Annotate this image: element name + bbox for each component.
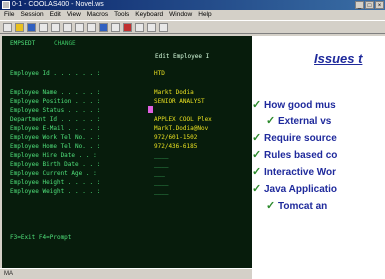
minimize-button[interactable]: _ <box>355 1 364 9</box>
field-value-employee-name[interactable]: Markt Dodia <box>154 89 194 96</box>
copy-icon[interactable] <box>63 22 72 32</box>
disconnect-icon[interactable] <box>111 22 120 32</box>
field-label-work-tel: Employee Work Tel No. . : <box>10 134 101 141</box>
bullet-text: Interactive Wor <box>264 167 337 178</box>
bullet-text: External vs <box>278 116 332 127</box>
maximize-button[interactable]: □ <box>365 1 374 9</box>
field-value-employee-id[interactable]: HTD <box>154 70 165 77</box>
field-label-height: Employee Height . . . . : <box>10 179 101 186</box>
field-label-birth-date: Employee Birth Date . . : <box>10 161 101 168</box>
window-title: 0-1 - COOLAS400 - Novel.ws <box>12 1 104 8</box>
bullet-text: Rules based co <box>264 150 338 161</box>
field-value-hire-date[interactable]: ____ <box>154 152 168 159</box>
new-icon[interactable] <box>3 22 12 32</box>
field-label-home-tel: Employee Home Tel No. . : <box>10 143 101 150</box>
menu-edit[interactable]: Edit <box>50 10 61 20</box>
slide-bullet: ✓ Require source <box>252 131 337 144</box>
text-cursor <box>148 106 153 113</box>
open-icon[interactable] <box>15 22 24 32</box>
toolbar <box>0 20 385 34</box>
slide-title: Issues t <box>314 51 363 66</box>
program-name: EMPSEDT <box>10 40 36 47</box>
record-icon[interactable] <box>123 22 132 32</box>
check-icon: ✓ <box>252 149 262 161</box>
slide-sub-bullet: ✓ Tomcat an <box>266 199 327 212</box>
slide-bullet: ✓ Rules based co <box>252 148 337 161</box>
check-icon: ✓ <box>266 115 276 127</box>
menu-session[interactable]: Session <box>20 10 43 20</box>
field-label-employee-id: Employee Id . . . . . . : <box>10 70 101 77</box>
slide-bullet: ✓ How good mus <box>252 98 336 111</box>
menu-view[interactable]: View <box>67 10 81 20</box>
field-value-employee-email[interactable]: MarkT.Dodia@Nov <box>154 125 208 132</box>
save-icon[interactable] <box>27 22 36 32</box>
field-label-employee-name: Employee Name . . . . . : <box>10 89 101 96</box>
field-label-employee-status: Employee Status . . . . : <box>10 107 101 114</box>
screen-mode: CHANGE <box>54 40 76 47</box>
bullet-text: Require source <box>264 133 337 144</box>
window-controls: _ □ × <box>355 1 384 9</box>
check-icon: ✓ <box>252 183 262 195</box>
slide-sub-bullet: ✓ External vs <box>266 114 331 127</box>
field-label-current-age: Employee Current Age . : <box>10 170 97 177</box>
field-value-employee-position[interactable]: SENIOR ANALYST <box>154 98 205 105</box>
app-icon[interactable] <box>2 1 10 9</box>
help-icon[interactable] <box>159 22 168 32</box>
menu-keyboard[interactable]: Keyboard <box>135 10 163 20</box>
field-value-department-id[interactable]: APPLEX COOL Plex <box>154 116 212 123</box>
check-icon: ✓ <box>252 99 262 111</box>
slide-bullet: ✓ Java Applicatio <box>252 182 337 195</box>
undo-icon[interactable] <box>87 22 96 32</box>
connect-icon[interactable] <box>99 22 108 32</box>
title-bar: 0-1 - COOLAS400 - Novel.ws _ □ × <box>0 0 385 10</box>
bullet-text: How good mus <box>264 100 336 111</box>
slide-bullet: ✓ Interactive Wor <box>252 165 336 178</box>
menu-help[interactable]: Help <box>198 10 211 20</box>
cut-icon[interactable] <box>51 22 60 32</box>
field-value-current-age[interactable]: ___ <box>154 170 165 177</box>
settings-icon[interactable] <box>147 22 156 32</box>
menu-bar: File Session Edit View Macros Tools Keyb… <box>0 10 385 20</box>
menu-macros[interactable]: Macros <box>87 10 108 20</box>
menu-file[interactable]: File <box>4 10 14 20</box>
menu-window[interactable]: Window <box>169 10 192 20</box>
bullet-text: Tomcat an <box>278 201 328 212</box>
screen-title: Edit Employee I <box>155 53 210 60</box>
bullet-text: Java Applicatio <box>264 184 337 195</box>
field-label-hire-date: Employee Hire Date . . : <box>10 152 97 159</box>
field-label-employee-email: Employee E-Mail . . . . : <box>10 125 101 132</box>
close-button[interactable]: × <box>375 1 384 9</box>
paste-icon[interactable] <box>75 22 84 32</box>
play-icon[interactable] <box>135 22 144 32</box>
status-indicator: MA <box>4 271 13 277</box>
field-value-work-tel[interactable]: 972/601-1502 <box>154 134 197 141</box>
field-label-employee-position: Employee Position . . . : <box>10 98 101 105</box>
function-key-legend: F3=Exit F4=Prompt <box>10 234 72 241</box>
check-icon: ✓ <box>266 200 276 212</box>
presentation-slide: Issues t ✓ How good mus ✓ External vs ✓ Req… <box>252 36 385 279</box>
field-label-weight: Employee Weight . . . . : <box>10 188 101 195</box>
print-icon[interactable] <box>39 22 48 32</box>
field-value-home-tel[interactable]: 972/436-6185 <box>154 143 197 150</box>
check-icon: ✓ <box>252 166 262 178</box>
check-icon: ✓ <box>252 132 262 144</box>
field-value-birth-date[interactable]: ____ <box>154 161 168 168</box>
field-value-height[interactable]: ____ <box>154 179 168 186</box>
field-value-weight[interactable]: ____ <box>154 188 168 195</box>
field-label-department-id: Department Id . . . . . : <box>10 116 101 123</box>
menu-tools[interactable]: Tools <box>114 10 129 20</box>
